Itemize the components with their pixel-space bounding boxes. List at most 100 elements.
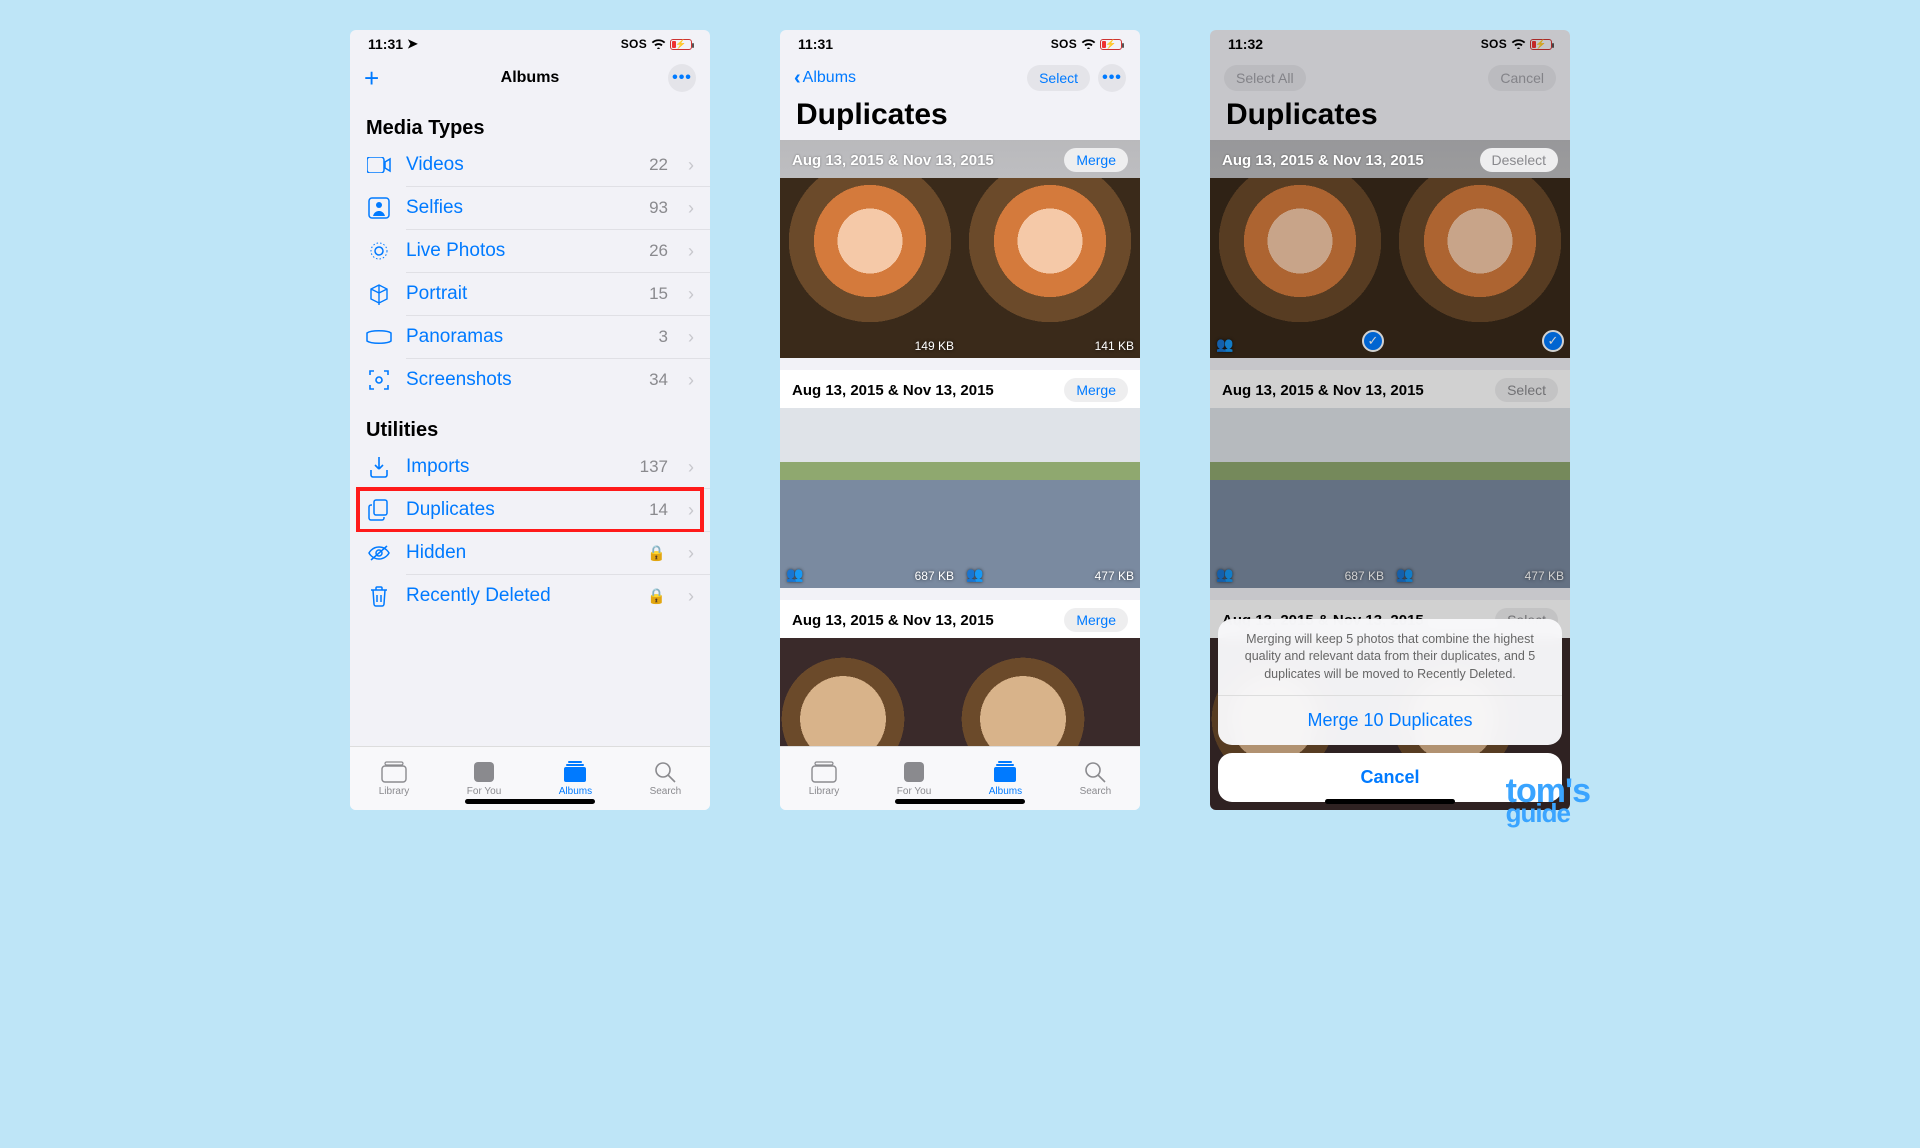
row-panoramas[interactable]: Panoramas 3 › <box>350 316 710 358</box>
wifi-icon <box>651 37 666 52</box>
tab-search[interactable]: Search <box>650 760 682 797</box>
battery-icon: ⚡ <box>1100 39 1122 50</box>
add-button[interactable]: + <box>364 65 379 91</box>
select-all-button[interactable]: Select All <box>1224 65 1306 91</box>
cube-icon <box>366 283 392 305</box>
albums-icon <box>993 760 1017 784</box>
photo-thumbnail[interactable]: ✓ <box>1390 178 1570 358</box>
nav-bar: ‹Albums Select ••• <box>780 58 1140 98</box>
duplicate-group: Aug 13, 2015 & Nov 13, 2015 Deselect 👥 ✓… <box>1210 140 1570 358</box>
chevron-right-icon: › <box>688 198 694 219</box>
deselect-button[interactable]: Deselect <box>1480 148 1558 172</box>
row-videos[interactable]: Videos 22 › <box>350 144 710 186</box>
photo-thumbnail[interactable]: 149 KB <box>780 178 960 358</box>
merge-duplicates-button[interactable]: Merge 10 Duplicates <box>1218 696 1562 745</box>
chevron-right-icon: › <box>688 241 694 262</box>
chevron-right-icon: › <box>688 543 694 564</box>
nav-bar: + Albums ••• <box>350 58 710 98</box>
select-button[interactable]: Select <box>1495 378 1558 402</box>
row-imports[interactable]: Imports 137 › <box>350 446 710 488</box>
people-icon: 👥 <box>1216 566 1233 583</box>
row-portrait[interactable]: Portrait 15 › <box>350 273 710 315</box>
video-icon <box>366 157 392 173</box>
tab-for-you[interactable]: For You <box>467 760 501 797</box>
section-media-types: Media Types <box>350 99 710 144</box>
photo-thumbnail[interactable]: 👥 ✓ <box>1210 178 1390 358</box>
albums-content[interactable]: Media Types Videos 22 › Selfies 93 › Liv… <box>350 98 710 746</box>
search-icon <box>654 760 676 784</box>
page-title: Duplicates <box>1210 98 1570 140</box>
row-screenshots[interactable]: Screenshots 34 › <box>350 359 710 401</box>
tab-albums[interactable]: Albums <box>989 760 1022 797</box>
status-bar: 11:31 SOS ⚡ <box>780 30 1140 58</box>
row-duplicates[interactable]: Duplicates 14 › <box>350 489 710 531</box>
home-indicator[interactable] <box>1325 799 1455 804</box>
chevron-right-icon: › <box>688 370 694 391</box>
status-sos: SOS <box>1481 37 1507 51</box>
merge-button[interactable]: Merge <box>1064 608 1128 632</box>
pano-icon <box>366 330 392 344</box>
screen-duplicates: 11:31 SOS ⚡ ‹Albums Select ••• Duplicate… <box>780 30 1140 810</box>
people-icon: 👥 <box>786 566 803 583</box>
home-indicator[interactable] <box>465 799 595 804</box>
section-utilities: Utilities <box>350 401 710 446</box>
tab-library[interactable]: Library <box>379 760 410 797</box>
location-icon: ➤ <box>407 36 418 52</box>
tab-albums[interactable]: Albums <box>559 760 592 797</box>
checkmark-icon: ✓ <box>1542 330 1564 352</box>
photo-thumbnail[interactable]: 👥477 KB <box>960 408 1140 588</box>
more-icon[interactable]: ••• <box>668 64 696 92</box>
merge-button[interactable]: Merge <box>1064 378 1128 402</box>
row-live-photos[interactable]: Live Photos 26 › <box>350 230 710 272</box>
tab-library[interactable]: Library <box>809 760 840 797</box>
chevron-right-icon: › <box>688 586 694 607</box>
nav-title: Albums <box>350 69 710 87</box>
chevron-right-icon: › <box>688 500 694 521</box>
chevron-right-icon: › <box>688 327 694 348</box>
photo-thumbnail[interactable]: 👥477 KB <box>1390 408 1570 588</box>
sheet-message: Merging will keep 5 photos that combine … <box>1218 619 1562 697</box>
row-selfies[interactable]: Selfies 93 › <box>350 187 710 229</box>
lock-icon: 🔒 <box>647 587 666 605</box>
battery-icon: ⚡ <box>670 39 692 50</box>
tab-for-you[interactable]: For You <box>897 760 931 797</box>
trash-icon <box>366 585 392 607</box>
live-icon <box>366 240 392 262</box>
status-sos: SOS <box>1051 37 1077 51</box>
duplicate-group: Aug 13, 2015 & Nov 13, 2015 Merge 286 KB… <box>780 600 1140 746</box>
photo-thumbnail[interactable]: 👥687 KB <box>780 408 960 588</box>
nav-bar: Select All Cancel <box>1210 58 1570 98</box>
status-time: 11:32 <box>1228 36 1263 52</box>
screen-merge-sheet: 11:32 SOS ⚡ Select All Cancel Duplicates… <box>1210 30 1570 810</box>
watermark: tom's guide <box>1506 778 1590 824</box>
chevron-left-icon: ‹ <box>794 67 801 90</box>
duplicates-content[interactable]: Aug 13, 2015 & Nov 13, 2015 Merge 149 KB… <box>780 140 1140 746</box>
tab-search[interactable]: Search <box>1080 760 1112 797</box>
lock-icon: 🔒 <box>647 544 666 562</box>
status-bar: 11:32 SOS ⚡ <box>1210 30 1570 58</box>
heart-square-icon <box>903 760 925 784</box>
albums-icon <box>563 760 587 784</box>
merge-button[interactable]: Merge <box>1064 148 1128 172</box>
photo-thumbnail[interactable]: 141 KB <box>960 178 1140 358</box>
photo-thumbnail[interactable]: 271 KB <box>960 638 1140 746</box>
heart-square-icon <box>473 760 495 784</box>
status-bar: 11:31 ➤ SOS ⚡ <box>350 30 710 58</box>
photo-thumbnail[interactable]: 👥687 KB <box>1210 408 1390 588</box>
more-icon[interactable]: ••• <box>1098 64 1126 92</box>
people-icon: 👥 <box>1396 566 1413 583</box>
chevron-right-icon: › <box>688 457 694 478</box>
row-hidden[interactable]: Hidden 🔒 › <box>350 532 710 574</box>
cancel-button[interactable]: Cancel <box>1488 65 1556 91</box>
select-button[interactable]: Select <box>1027 65 1090 91</box>
home-indicator[interactable] <box>895 799 1025 804</box>
status-sos: SOS <box>621 37 647 51</box>
status-time: 11:31 <box>798 36 833 52</box>
chevron-right-icon: › <box>688 155 694 176</box>
status-time: 11:31 <box>368 36 403 52</box>
back-button[interactable]: ‹Albums <box>794 67 856 90</box>
eye-slash-icon <box>366 544 392 562</box>
photo-thumbnail[interactable]: 286 KB <box>780 638 960 746</box>
chevron-right-icon: › <box>688 284 694 305</box>
row-recently-deleted[interactable]: Recently Deleted 🔒 › <box>350 575 710 617</box>
